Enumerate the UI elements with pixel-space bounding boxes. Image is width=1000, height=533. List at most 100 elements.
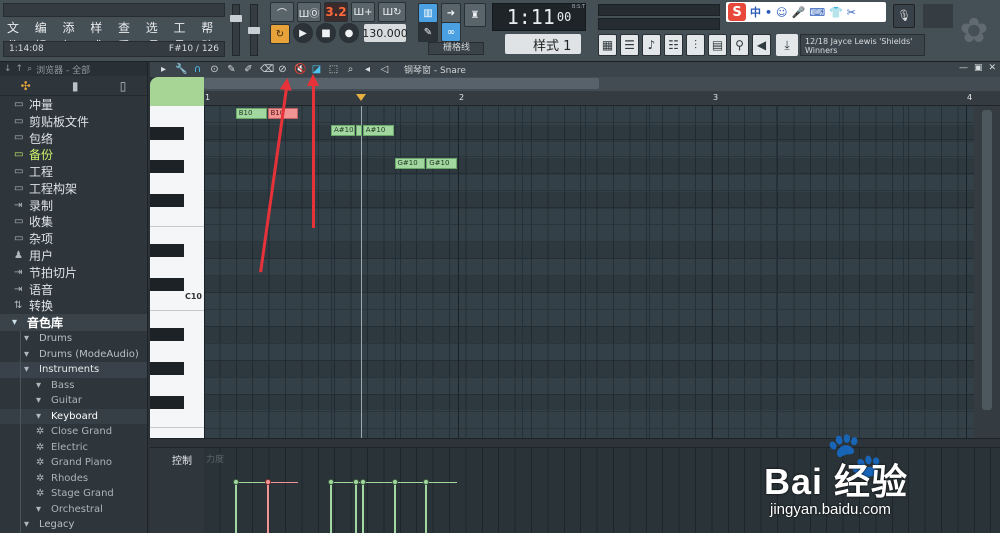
library-item[interactable]: ▾ Legacy <box>0 517 147 533</box>
arrow-button[interactable]: ➜ <box>441 3 461 23</box>
browser-item[interactable]: ▭ 冲量 <box>0 96 147 113</box>
browser-item[interactable]: ▭ 工程构架 <box>0 180 147 197</box>
tempo-display[interactable]: 130.000 <box>362 24 408 42</box>
project-button[interactable]: ▤ <box>708 34 727 56</box>
library-item[interactable]: ▾ Drums (ModeAudio) <box>0 346 147 363</box>
velocity-handle[interactable] <box>328 479 334 486</box>
library-item[interactable]: ▾ Orchestral <box>0 501 147 518</box>
arrow-up-icon[interactable]: ↑ <box>16 64 24 74</box>
velocity-handle[interactable] <box>232 479 239 486</box>
piano-roll-window-button[interactable]: ♪ <box>642 34 661 56</box>
velocity-stem[interactable] <box>234 482 237 533</box>
browser-item[interactable]: ⇅ 转换 <box>0 298 147 315</box>
playlist-button[interactable]: ▦ <box>598 34 617 56</box>
velocity-stem[interactable] <box>361 482 364 533</box>
mic-button[interactable]: 🎙 <box>893 4 915 28</box>
browser-item[interactable]: ▭ 包络 <box>0 130 147 147</box>
scroll-thumb[interactable] <box>204 78 599 89</box>
news-panel[interactable]: 12/18 Jayce Lewis 'Shields' Winners <box>800 34 925 56</box>
black-key[interactable] <box>150 194 184 207</box>
velocity-stem[interactable] <box>266 482 269 533</box>
metronome-button[interactable]: ⌒ <box>270 2 294 22</box>
stamp-button[interactable]: ♜ <box>464 3 486 27</box>
wrench-icon[interactable]: 🔧 <box>175 64 187 75</box>
black-key[interactable] <box>150 244 184 258</box>
browser-item[interactable]: ▭ 工程 <box>0 163 147 180</box>
black-key[interactable] <box>150 126 184 140</box>
piano-roll-button[interactable]: ▥ <box>418 3 438 23</box>
wait-button[interactable]: ШⓄ <box>297 2 321 22</box>
browser-item[interactable]: ▭ 剪贴板文件 <box>0 113 147 130</box>
download-button[interactable]: ⤓ <box>776 34 798 56</box>
link-button[interactable]: ∞ <box>441 22 461 42</box>
menu-edit[interactable]: 编辑 <box>31 19 59 53</box>
library-item[interactable]: ✲ Rhodes <box>0 470 147 487</box>
grid-selector[interactable]: 栅格线 <box>428 42 484 55</box>
file-icon[interactable]: ▮ <box>72 79 79 93</box>
menu-arrow-icon[interactable]: ▸ <box>158 64 169 75</box>
piano-roll-corner[interactable] <box>150 77 204 106</box>
menu-view[interactable]: 查看 <box>114 19 142 53</box>
help-button[interactable]: ◀ <box>752 34 771 56</box>
menu-tools[interactable]: 工具 <box>170 19 198 53</box>
brush-tool-icon[interactable]: ✐ <box>243 64 254 75</box>
note[interactable] <box>356 124 362 136</box>
control-label[interactable]: 控制 <box>172 452 192 467</box>
arrow-down-icon[interactable]: ↓ <box>4 64 12 74</box>
record-circle-icon[interactable]: ⊙ <box>209 64 220 75</box>
channel-rack-button[interactable]: ☰ <box>620 34 639 56</box>
note[interactable]: A#10 <box>331 124 356 136</box>
library-item[interactable]: ▾ Drums <box>0 331 147 347</box>
delete-tool-icon[interactable]: ⊘ <box>277 64 288 75</box>
velocity-handle[interactable] <box>423 479 430 486</box>
black-key[interactable] <box>150 328 184 342</box>
browser-item[interactable]: ⇥ 语音 <box>0 281 147 298</box>
stop-button[interactable]: ■ <box>316 23 336 43</box>
vertical-scrollbar[interactable] <box>974 106 1000 438</box>
vertical-scroll-thumb[interactable] <box>982 110 992 410</box>
collapse-icon[interactable]: ✣ <box>21 79 31 93</box>
velocity-handle[interactable] <box>264 479 271 486</box>
minimize-icon[interactable]: — <box>959 63 968 73</box>
browser-item[interactable]: ▭ 备份 <box>0 146 147 163</box>
library-item[interactable]: ▾ Guitar <box>0 393 147 409</box>
note[interactable]: G#10 <box>426 158 457 170</box>
snap-button[interactable]: 3.2 <box>324 2 348 22</box>
browser-library-header[interactable]: ▾ 音色库 <box>0 314 147 332</box>
velocity-stem[interactable] <box>393 482 396 533</box>
velocity-stem[interactable] <box>355 482 358 533</box>
plugin-button[interactable]: ⚲ <box>730 34 749 56</box>
menu-file[interactable]: 文件 <box>3 19 31 53</box>
speaker-icon[interactable]: ◁ <box>379 64 390 75</box>
browser-window-button[interactable]: ☷ <box>664 34 683 56</box>
horizontal-scrollbar[interactable] <box>204 77 1000 91</box>
note-grid[interactable]: B10 B10 A#10 A#10 G#10 G#10 <box>204 106 974 438</box>
close-icon[interactable]: ✕ <box>988 63 996 73</box>
note[interactable]: B10 <box>235 108 267 119</box>
pencil-tool-icon[interactable]: ✎ <box>226 64 237 75</box>
velocity-handle[interactable] <box>359 479 366 486</box>
eraser-tool-icon[interactable]: ⌫ <box>260 64 274 75</box>
menu-options[interactable]: 选项 <box>142 19 170 53</box>
black-key[interactable] <box>150 362 184 375</box>
library-item[interactable]: ▾ Keyboard <box>0 408 147 425</box>
browser-item[interactable]: ⇥ 节拍切片 <box>0 264 147 281</box>
menu-add[interactable]: 添加 <box>59 19 87 53</box>
record-button[interactable]: ● <box>339 23 359 43</box>
loop-record-button[interactable]: Ш↻ <box>378 2 406 22</box>
new-file-icon[interactable]: ▯ <box>120 79 127 93</box>
library-item[interactable]: ▾ Bass <box>0 377 147 394</box>
play-button[interactable]: ▶ <box>293 23 313 43</box>
playhead-marker-icon[interactable] <box>356 94 367 101</box>
browser-item[interactable]: ⇥ 录制 <box>0 197 147 214</box>
browser-item[interactable]: ▭ 杂项 <box>0 230 147 247</box>
master-volume-slider[interactable] <box>230 4 242 56</box>
browser-item[interactable]: ♟ 用户 <box>0 247 147 264</box>
velocity-stem[interactable] <box>330 482 332 533</box>
typing-keyboard-button[interactable]: Ш+ <box>351 2 375 22</box>
menu-help[interactable]: 帮助 <box>197 19 225 53</box>
playback-tool-icon[interactable]: ◂ <box>362 64 373 75</box>
mixer-button[interactable]: ⫶ <box>686 34 705 56</box>
zoom-tool-icon[interactable]: ⌕ <box>345 64 356 75</box>
draw-tool-button[interactable]: ✎ <box>418 22 438 42</box>
